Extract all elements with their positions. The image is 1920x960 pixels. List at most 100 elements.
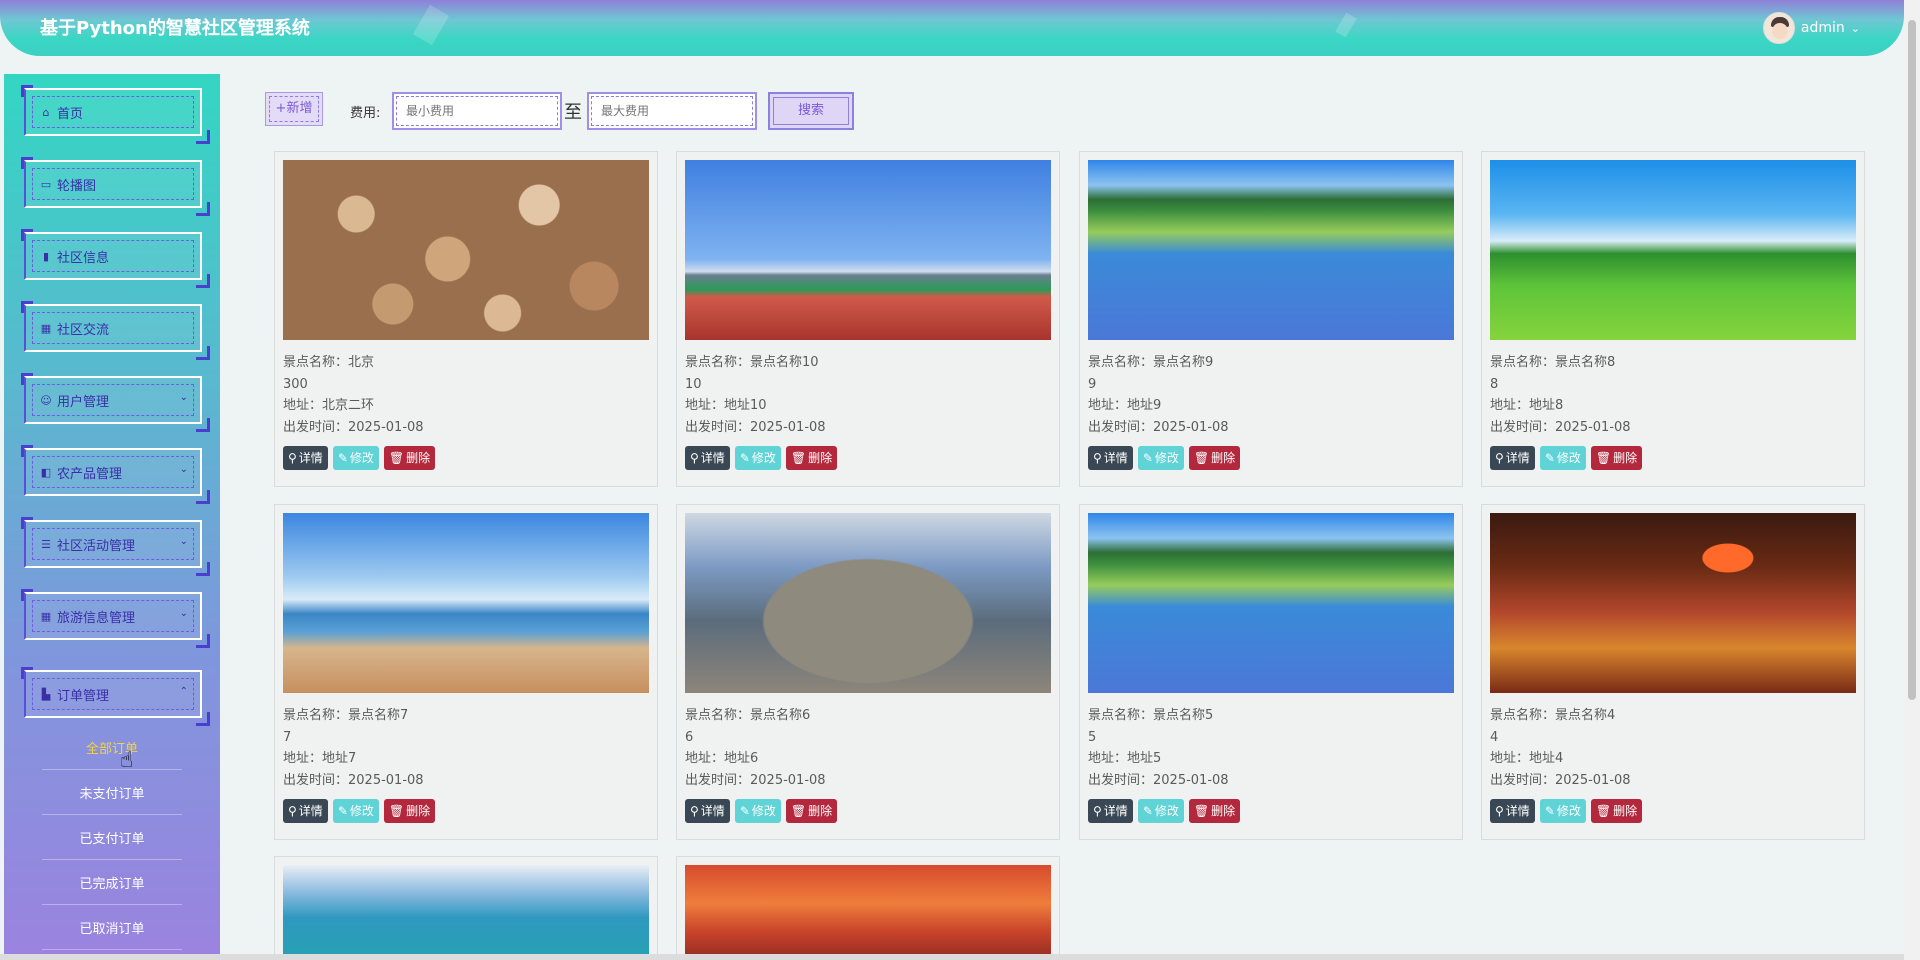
edit-button[interactable]: ✎ 修改 (1137, 446, 1184, 470)
delete-button[interactable]: 🗑 删除 (1590, 799, 1643, 823)
edit-icon: ✎ (337, 451, 348, 465)
card-date: 出发时间：2025-01-08 (1088, 772, 1229, 788)
user-menu[interactable]: admin ⌄ (1762, 12, 1860, 44)
detail-button[interactable]: ⚲ 详情 (283, 799, 328, 823)
card-name: 景点名称：景点名称10 (685, 355, 819, 370)
search-icon: ⚲ (1495, 451, 1504, 465)
card-info: 景点名称：景点名称10 10 地址：地址10 出发时间：2025-01-08 (685, 352, 826, 438)
delete-button[interactable]: 🗑 删除 (1188, 446, 1241, 470)
card-image[interactable] (1088, 513, 1454, 693)
edit-icon: ✎ (739, 451, 750, 465)
edit-icon: ✎ (337, 804, 348, 818)
sidebar-item-orders[interactable]: ▙ 订单管理 ⌃ (21, 667, 210, 726)
chevron-down-icon[interactable]: ⌄ (1851, 22, 1860, 35)
card-name: 景点名称：景点名称9 (1088, 355, 1214, 370)
card-address: 地址：地址5 (1088, 751, 1162, 766)
avatar[interactable] (1762, 12, 1795, 44)
card-actions: ⚲ 详情 ✎ 修改 🗑 删除 (1088, 446, 1241, 470)
vertical-scrollbar[interactable] (1904, 0, 1920, 960)
card-name: 景点名称：景点名称6 (685, 708, 811, 723)
sidebar-item-label: 用户管理 (57, 395, 110, 410)
detail-button[interactable]: ⚲ 详情 (685, 446, 730, 470)
card-image[interactable] (283, 513, 649, 693)
sub-item-cancelled-orders[interactable]: 已取消订单 (42, 910, 182, 950)
delete-button[interactable]: 🗑 删除 (1188, 799, 1241, 823)
delete-button[interactable]: 🗑 删除 (383, 799, 436, 823)
card-name: 景点名称：景点名称5 (1088, 708, 1214, 723)
app-title: 基于Python的智慧社区管理系统 (40, 18, 310, 39)
horizontal-scrollbar[interactable] (0, 954, 1904, 960)
detail-button[interactable]: ⚲ 详情 (1088, 799, 1133, 823)
sidebar-item-label: 社区活动管理 (57, 539, 136, 554)
sub-item-unpaid-orders[interactable]: 未支付订单 (42, 775, 182, 815)
sidebar-item-label: 轮播图 (57, 179, 97, 194)
sidebar-item-label: 订单管理 (57, 689, 110, 704)
header-decoration (412, 4, 450, 46)
card-fee: 5 (1088, 729, 1097, 745)
detail-button[interactable]: ⚲ 详情 (1088, 446, 1133, 470)
add-button[interactable]: +新增 (265, 92, 323, 126)
card-image[interactable] (283, 865, 649, 960)
card-address: 地址：地址10 (685, 398, 767, 413)
detail-button[interactable]: ⚲ 详情 (1490, 799, 1535, 823)
edit-button[interactable]: ✎ 修改 (1539, 799, 1586, 823)
username[interactable]: admin (1801, 20, 1845, 36)
card-fee: 10 (685, 376, 702, 392)
sidebar-item-community-info[interactable]: ▮ 社区信息 (21, 229, 210, 288)
delete-button[interactable]: 🗑 删除 (785, 799, 838, 823)
edit-button[interactable]: ✎ 修改 (734, 799, 781, 823)
card-actions: ⚲ 详情 ✎ 修改 🗑 删除 (685, 799, 838, 823)
edit-button[interactable]: ✎ 修改 (734, 446, 781, 470)
card-info: 景点名称：景点名称4 4 地址：地址4 出发时间：2025-01-08 (1490, 705, 1631, 791)
sidebar-item-home[interactable]: ⌂ 首页 (21, 85, 210, 144)
card-info: 景点名称：景点名称6 6 地址：地址6 出发时间：2025-01-08 (685, 705, 826, 791)
sidebar-item-carousel[interactable]: ▭ 轮播图 (21, 157, 210, 216)
search-button[interactable]: 搜索 (768, 92, 854, 130)
delete-button[interactable]: 🗑 删除 (1590, 446, 1643, 470)
edit-button[interactable]: ✎ 修改 (1539, 446, 1586, 470)
detail-button[interactable]: ⚲ 详情 (283, 446, 328, 470)
card-image[interactable] (283, 160, 649, 340)
chevron-down-icon: ⌄ (179, 536, 188, 547)
scrollbar-thumb[interactable] (1908, 20, 1916, 700)
card-image[interactable] (685, 160, 1051, 340)
detail-button[interactable]: ⚲ 详情 (1490, 446, 1535, 470)
card-fee: 8 (1490, 376, 1499, 392)
trash-icon: 🗑 (388, 451, 405, 465)
sidebar-item-travel[interactable]: ▦ 旅游信息管理 ⌄ (21, 589, 210, 648)
user-icon: ☺ (40, 393, 52, 407)
card-image[interactable] (685, 865, 1051, 960)
card-name: 景点名称：景点名称4 (1490, 708, 1616, 723)
card: 景点名称：景点名称10 10 地址：地址10 出发时间：2025-01-08 ⚲… (676, 151, 1060, 487)
card: 景点名称：景点名称4 4 地址：地址4 出发时间：2025-01-08 ⚲ 详情 … (1481, 504, 1865, 840)
card-image[interactable] (1088, 160, 1454, 340)
bag-icon: ▙ (41, 687, 51, 701)
sidebar-item-farm-products[interactable]: ◧ 农产品管理 ⌄ (21, 445, 210, 504)
delete-button[interactable]: 🗑 删除 (785, 446, 838, 470)
sub-item-paid-orders[interactable]: 已支付订单 (42, 820, 182, 860)
search-icon: ⚲ (288, 451, 297, 465)
range-to-label: 至 (564, 102, 582, 123)
min-fee-input[interactable] (392, 92, 562, 130)
card-date: 出发时间：2025-01-08 (283, 419, 424, 435)
max-fee-input[interactable] (587, 92, 757, 130)
sub-item-all-orders[interactable]: 全部订单 (42, 730, 182, 770)
card-image[interactable] (1490, 513, 1856, 693)
trash-icon: 🗑 (790, 451, 807, 465)
card: 景点名称：景点名称7 7 地址：地址7 出发时间：2025-01-08 ⚲ 详情 … (274, 504, 658, 840)
card-date: 出发时间：2025-01-08 (685, 419, 826, 435)
card-actions: ⚲ 详情 ✎ 修改 🗑 删除 (685, 446, 838, 470)
edit-button[interactable]: ✎ 修改 (332, 446, 379, 470)
edit-button[interactable]: ✎ 修改 (1137, 799, 1184, 823)
card (676, 856, 1060, 960)
sidebar-item-user-management[interactable]: ☺ 用户管理 ⌄ (21, 373, 210, 432)
delete-button[interactable]: 🗑 删除 (383, 446, 436, 470)
detail-button[interactable]: ⚲ 详情 (685, 799, 730, 823)
sub-item-completed-orders[interactable]: 已完成订单 (42, 865, 182, 905)
edit-button[interactable]: ✎ 修改 (332, 799, 379, 823)
sidebar-item-activities[interactable]: ☰ 社区活动管理 ⌄ (21, 517, 210, 576)
sidebar-item-community-exchange[interactable]: ▦ 社区交流 (21, 301, 210, 360)
card: 景点名称：景点名称8 8 地址：地址8 出发时间：2025-01-08 ⚲ 详情 … (1481, 151, 1865, 487)
card-image[interactable] (685, 513, 1051, 693)
card-image[interactable] (1490, 160, 1856, 340)
